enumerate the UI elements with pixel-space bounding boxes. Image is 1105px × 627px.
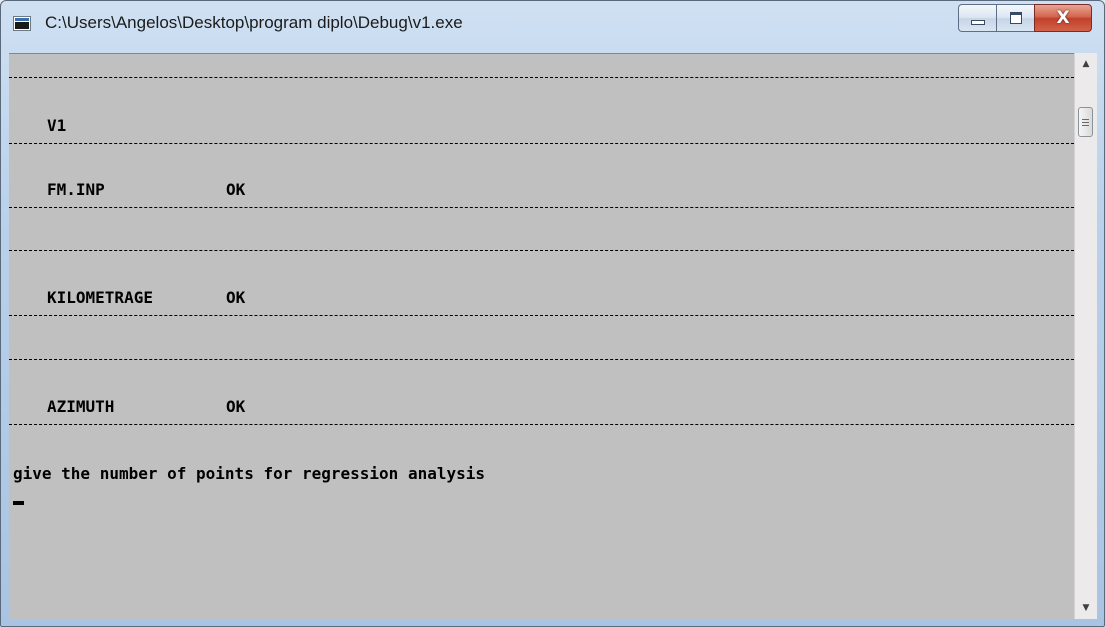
- separator-line: [9, 315, 1074, 316]
- close-icon: X: [1056, 8, 1070, 28]
- separator-line: [9, 77, 1074, 78]
- separator-line: [9, 359, 1074, 360]
- vertical-scrollbar[interactable]: ▲ ▼: [1074, 53, 1097, 619]
- console-window-icon[interactable]: [13, 16, 31, 31]
- maximize-button[interactable]: [996, 4, 1034, 32]
- console-output[interactable]: V1 FM.INP OK KILOMETRAGE OK AZIMUTH OK g…: [9, 53, 1074, 620]
- separator-line: [9, 250, 1074, 251]
- minimize-icon: [970, 19, 985, 25]
- minimize-button[interactable]: [958, 4, 996, 32]
- maximize-icon: [1009, 12, 1022, 24]
- input-prompt: give the number of points for regression…: [13, 464, 486, 483]
- text-cursor: [13, 501, 24, 505]
- status-label-azimuth: AZIMUTH: [47, 397, 115, 416]
- scroll-thumb[interactable]: [1078, 107, 1093, 137]
- separator-line: [9, 207, 1074, 208]
- close-button[interactable]: X: [1034, 4, 1092, 32]
- separator-line: [9, 143, 1074, 144]
- scroll-up-arrow-icon[interactable]: ▲: [1075, 53, 1097, 75]
- console-window: C:\Users\Angelos\Desktop\program diplo\D…: [0, 0, 1105, 627]
- separator-line: [9, 424, 1074, 425]
- status-label-fm-inp: FM.INP: [47, 180, 105, 199]
- window-title: C:\Users\Angelos\Desktop\program diplo\D…: [45, 13, 463, 32]
- program-header: V1: [47, 116, 67, 135]
- scroll-down-arrow-icon[interactable]: ▼: [1075, 597, 1097, 619]
- status-value-kilometrage: OK: [226, 288, 246, 307]
- caption-buttons: X: [958, 4, 1092, 32]
- status-label-kilometrage: KILOMETRAGE: [47, 288, 153, 307]
- title-bar[interactable]: C:\Users\Angelos\Desktop\program diplo\D…: [1, 1, 1104, 53]
- status-value-fm-inp: OK: [226, 180, 246, 199]
- grip-icon: [1082, 118, 1089, 126]
- status-value-azimuth: OK: [226, 397, 246, 416]
